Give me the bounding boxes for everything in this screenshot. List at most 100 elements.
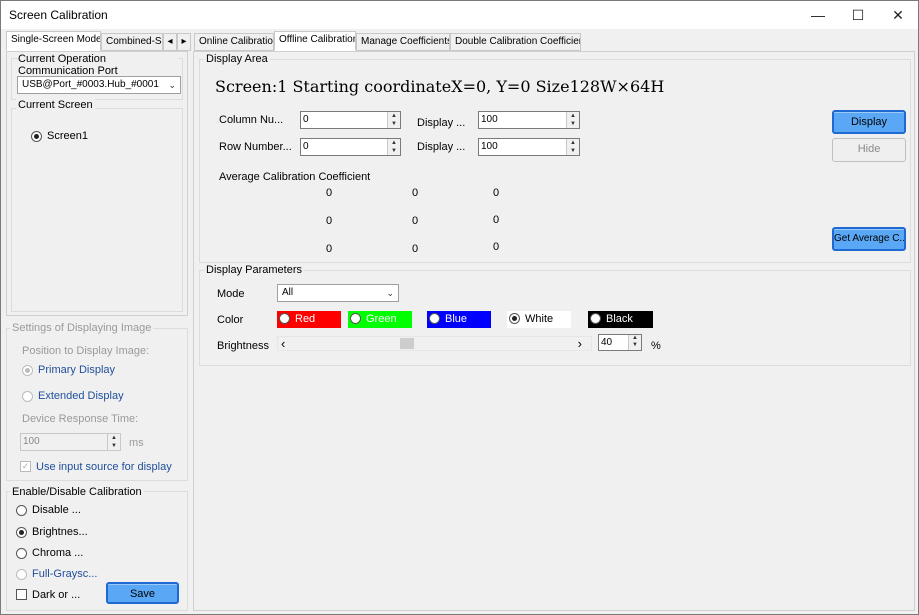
red-radio[interactable] <box>279 313 290 324</box>
display-settings-label: Settings of Displaying Image <box>10 322 154 334</box>
green-radio[interactable] <box>350 313 361 324</box>
brightness-slider-thumb[interactable] <box>400 338 414 349</box>
full-grayscale-radio[interactable] <box>16 569 27 580</box>
row-number-input[interactable]: 0 ▲ ▼ <box>300 138 401 156</box>
display-button[interactable]: Display <box>832 110 906 134</box>
slider-right-arrow-icon[interactable]: › <box>578 336 582 351</box>
use-input-source-checkbox[interactable]: ✓ <box>20 461 31 472</box>
column-number-input[interactable]: 0 ▲ ▼ <box>300 111 401 129</box>
average-coefficient-label: Average Calibration Coefficient <box>219 171 371 183</box>
color-option-white[interactable]: White <box>507 311 571 328</box>
white-radio[interactable] <box>509 313 520 324</box>
response-time-input[interactable]: 100 ▲ ▼ <box>20 433 121 451</box>
brightness-unit: % <box>651 340 661 352</box>
comm-port-value: USB@Port_#0003.Hub_#0001 <box>22 79 159 90</box>
tab-online-calibration[interactable]: Online Calibration <box>194 33 274 51</box>
extended-display-label: Extended Display <box>38 390 124 402</box>
right-tab-strip: Online Calibration Offline Calibration M… <box>194 31 594 51</box>
column-number-spinner[interactable]: ▲ ▼ <box>387 112 400 128</box>
screen1-radio[interactable] <box>31 131 42 142</box>
chroma-calibration-radio[interactable] <box>16 548 27 559</box>
display-width-value: 100 <box>481 114 498 125</box>
brightness-input[interactable]: 40 ▲ ▼ <box>598 334 642 351</box>
avg-coef-r1c2: 0 <box>412 187 419 199</box>
avg-coef-r2c2: 0 <box>412 215 419 227</box>
chevron-down-icon: ⌄ <box>168 80 176 90</box>
display-width-input[interactable]: 100 ▲ ▼ <box>478 111 580 129</box>
minimize-button[interactable]: — <box>798 1 838 29</box>
save-button[interactable]: Save <box>106 582 179 604</box>
display-height-input[interactable]: 100 ▲ ▼ <box>478 138 580 156</box>
tab-double-calibration-coefficients[interactable]: Double Calibration Coefficients <box>450 33 581 51</box>
column-number-label: Column Nu... <box>219 114 284 126</box>
hide-button[interactable]: Hide <box>832 138 906 162</box>
screen-info-text: Screen:1 Starting coordinateX=0, Y=0 Siz… <box>215 77 665 96</box>
mode-label: Mode <box>217 288 245 300</box>
extended-display-radio[interactable] <box>22 391 33 402</box>
chroma-calibration-label: Chroma ... <box>32 547 84 559</box>
primary-display-radio[interactable] <box>22 365 33 376</box>
maximize-button[interactable]: ☐ <box>838 1 878 29</box>
avg-coef-r1c1: 0 <box>326 187 333 199</box>
response-time-label: Device Response Time: <box>22 413 139 425</box>
avg-coef-r2c1: 0 <box>326 215 333 227</box>
green-label: Green <box>366 313 397 325</box>
black-label: Black <box>606 313 633 325</box>
comm-port-select[interactable]: USB@Port_#0003.Hub_#0001 ⌄ <box>17 76 181 94</box>
response-time-value: 100 <box>23 436 40 447</box>
row-number-spinner[interactable]: ▲ ▼ <box>387 139 400 155</box>
display-height-spinner[interactable]: ▲ ▼ <box>566 139 579 155</box>
tab-scroll-right-button[interactable]: ▸ <box>177 33 191 51</box>
blue-radio[interactable] <box>429 313 440 324</box>
column-number-value: 0 <box>303 114 309 125</box>
black-radio[interactable] <box>590 313 601 324</box>
color-label: Color <box>217 314 244 326</box>
brightness-calibration-radio[interactable] <box>16 527 27 538</box>
display-width-spinner[interactable]: ▲ ▼ <box>566 112 579 128</box>
close-button[interactable]: ✕ <box>878 1 918 29</box>
single-screen-panel: Current Operation Communication Port USB… <box>6 51 188 316</box>
color-option-black[interactable]: Black <box>588 311 653 328</box>
primary-display-label: Primary Display <box>38 364 116 376</box>
brightness-slider[interactable]: ‹ › <box>277 336 592 351</box>
disable-calibration-radio[interactable] <box>16 505 27 516</box>
avg-coef-r2c3: 0 <box>493 214 500 226</box>
mode-select[interactable]: All ⌄ <box>277 284 399 302</box>
tab-combined-screen[interactable]: Combined-Sc <box>101 33 163 51</box>
current-screen-label: Current Screen <box>16 99 95 111</box>
display-height-value: 100 <box>481 141 498 152</box>
disable-calibration-label: Disable ... <box>32 504 81 516</box>
slider-left-arrow-icon[interactable]: ‹ <box>281 336 285 351</box>
use-input-source-label: Use input source for display <box>36 461 172 473</box>
avg-coef-r3c1: 0 <box>326 243 333 255</box>
blue-label: Blue <box>445 313 468 325</box>
brightness-value: 40 <box>601 337 613 348</box>
color-option-green[interactable]: Green <box>348 311 412 328</box>
brightness-calibration-label: Brightnes... <box>32 526 88 538</box>
tab-manage-coefficients[interactable]: Manage Coefficients <box>356 33 450 51</box>
screen-calibration-window: Screen Calibration — ☐ ✕ Single-Screen M… <box>0 0 919 615</box>
tab-scroll-left-button[interactable]: ◂ <box>163 33 177 51</box>
chevron-down-icon: ⌄ <box>386 288 394 298</box>
dark-checkbox[interactable] <box>16 589 27 600</box>
title-bar: Screen Calibration — ☐ ✕ <box>1 1 918 29</box>
window-title: Screen Calibration <box>9 8 108 22</box>
red-label: Red <box>295 313 316 325</box>
avg-coef-r1c3: 0 <box>493 187 500 199</box>
tab-single-screen-mode[interactable]: Single-Screen Mode <box>6 31 101 51</box>
avg-coef-r3c3: 0 <box>493 241 500 253</box>
get-average-coefficient-button[interactable]: Get Average C... <box>832 227 906 251</box>
response-time-spinner[interactable]: ▲ ▼ <box>107 434 120 450</box>
tab-offline-calibration[interactable]: Offline Calibration <box>274 31 356 51</box>
display-area-label: Display Area <box>204 53 270 65</box>
avg-coef-r3c2: 0 <box>412 243 419 255</box>
color-option-red[interactable]: Red <box>277 311 341 328</box>
row-number-value: 0 <box>303 141 309 152</box>
brightness-spinner[interactable]: ▲ ▼ <box>628 335 641 350</box>
display-width-label: Display ... <box>417 117 466 129</box>
color-option-blue[interactable]: Blue <box>427 311 491 328</box>
screen1-label: Screen1 <box>47 130 88 142</box>
offline-calibration-panel: Display Area Screen:1 Starting coordinat… <box>193 51 915 611</box>
row-number-label: Row Number... <box>219 141 292 153</box>
comm-port-label: Current Operation Communication Port <box>18 53 178 77</box>
